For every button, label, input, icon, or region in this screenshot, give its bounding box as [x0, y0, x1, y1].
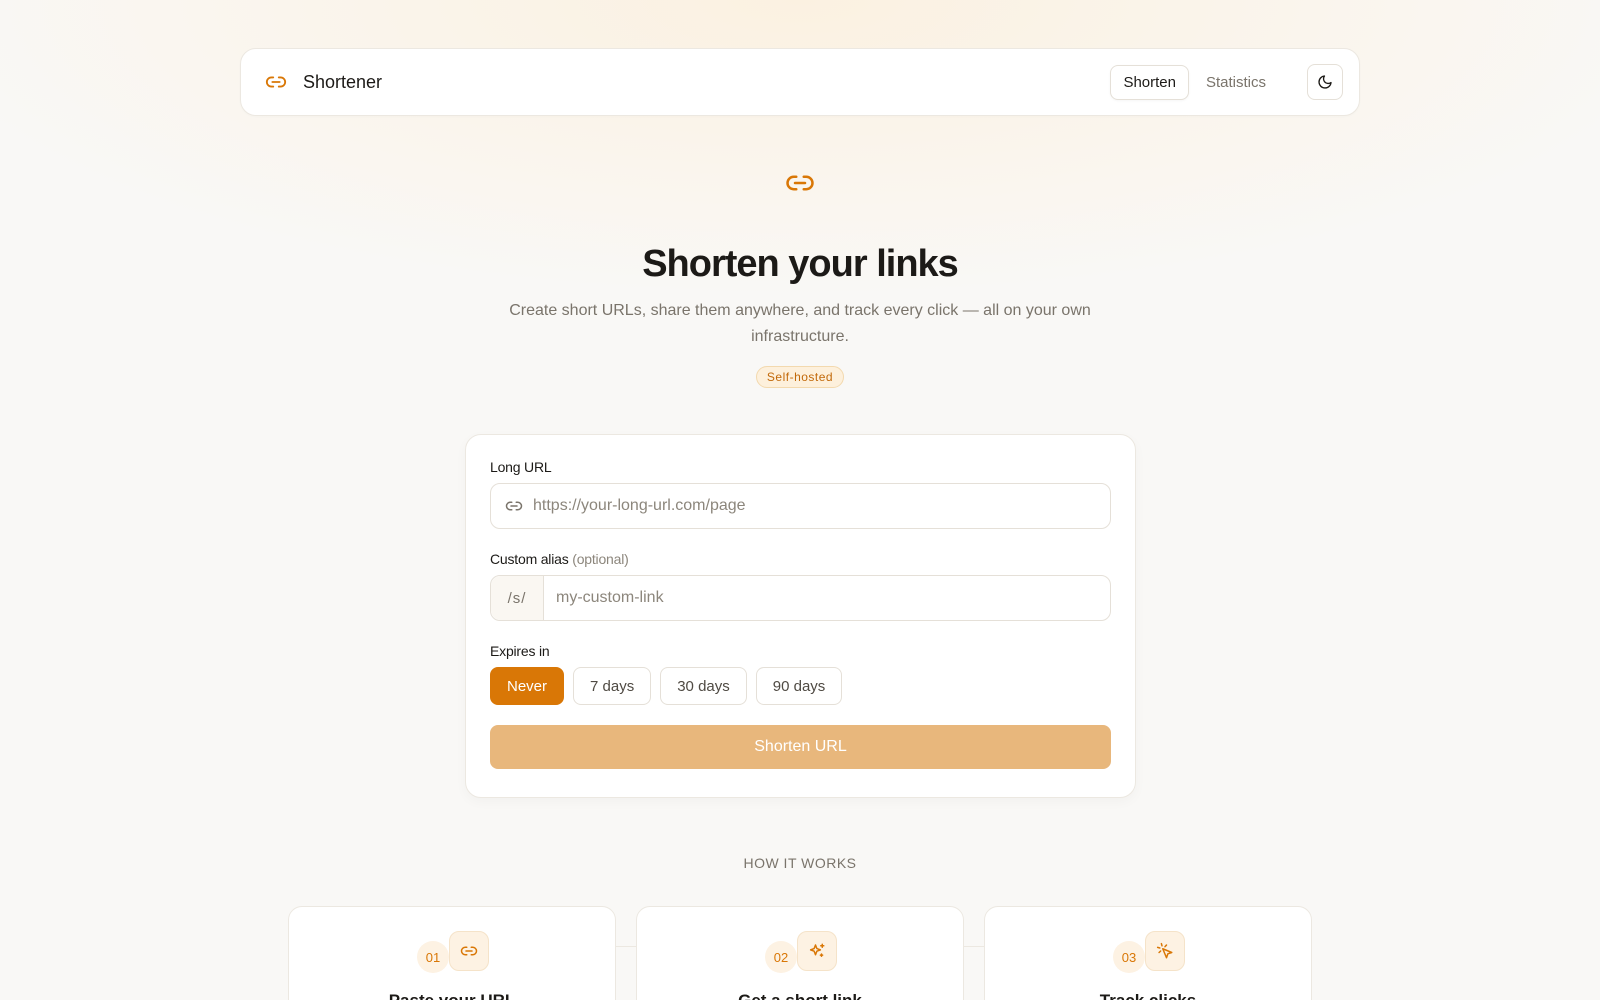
cursor-click-icon: [1145, 931, 1185, 971]
custom-alias-label-text: Custom alias: [490, 551, 569, 567]
step-title: Get a short link: [637, 991, 963, 1000]
theme-toggle-button[interactable]: [1307, 64, 1343, 100]
step-card-2: 02 Get a short link: [636, 906, 964, 1000]
step-title: Track clicks: [985, 991, 1311, 1000]
step-card-1: 01 Paste your URL: [288, 906, 616, 1000]
long-url-input[interactable]: [533, 484, 1110, 528]
long-url-label: Long URL: [490, 459, 552, 475]
step-title: Paste your URL: [289, 991, 615, 1000]
link-icon: [265, 71, 287, 93]
step-header: 03: [985, 931, 1311, 973]
alias-prefix: /s/: [491, 576, 544, 620]
step-number: 03: [1113, 941, 1145, 973]
expires-option-90-days[interactable]: 90 days: [755, 667, 843, 705]
hero-section: Shorten your links Create short URLs, sh…: [0, 168, 1600, 388]
expires-options: Never 7 days 30 days 90 days: [490, 667, 1111, 705]
brand-name[interactable]: Shortener: [303, 72, 382, 93]
expires-option-never[interactable]: Never: [490, 667, 565, 705]
self-hosted-badge: Self-hosted: [755, 366, 845, 388]
sparkles-icon: [797, 931, 837, 971]
custom-alias-input-wrapper: /s/: [490, 575, 1111, 621]
long-url-field: Long URL: [490, 459, 1111, 529]
page-subtitle: Create short URLs, share them anywhere, …: [509, 302, 1091, 345]
tab-statistics[interactable]: Statistics: [1193, 65, 1279, 100]
expires-label: Expires in: [490, 643, 550, 659]
page-title: Shorten your links: [642, 243, 959, 285]
step-number: 02: [765, 941, 797, 973]
link-icon: [505, 497, 523, 515]
shorten-url-button[interactable]: Shorten URL: [490, 725, 1111, 769]
link-icon: [785, 168, 815, 198]
step-card-3: 03 Track clicks: [984, 906, 1312, 1000]
shorten-form-card: Long URL Custom alias (optional) /s/ Exp…: [465, 434, 1136, 798]
tab-shorten[interactable]: Shorten: [1110, 64, 1189, 100]
step-header: 02: [637, 931, 963, 973]
step-number: 01: [417, 941, 449, 973]
custom-alias-field: Custom alias (optional) /s/: [490, 551, 1111, 621]
link-icon: [449, 931, 489, 971]
top-navbar: Shortener Shorten Statistics: [240, 48, 1360, 116]
custom-alias-input[interactable]: [556, 576, 1110, 620]
how-it-works-heading: HOW IT WORKS: [743, 855, 857, 871]
expires-option-7-days[interactable]: 7 days: [573, 667, 652, 705]
custom-alias-label: Custom alias (optional): [490, 551, 1111, 567]
expires-field: Expires in Never 7 days 30 days 90 days: [490, 643, 1111, 705]
optional-hint: (optional): [572, 551, 629, 567]
moon-icon: [1317, 74, 1333, 90]
long-url-input-wrapper: [490, 483, 1111, 529]
expires-option-30-days[interactable]: 30 days: [660, 667, 747, 705]
step-header: 01: [289, 931, 615, 973]
